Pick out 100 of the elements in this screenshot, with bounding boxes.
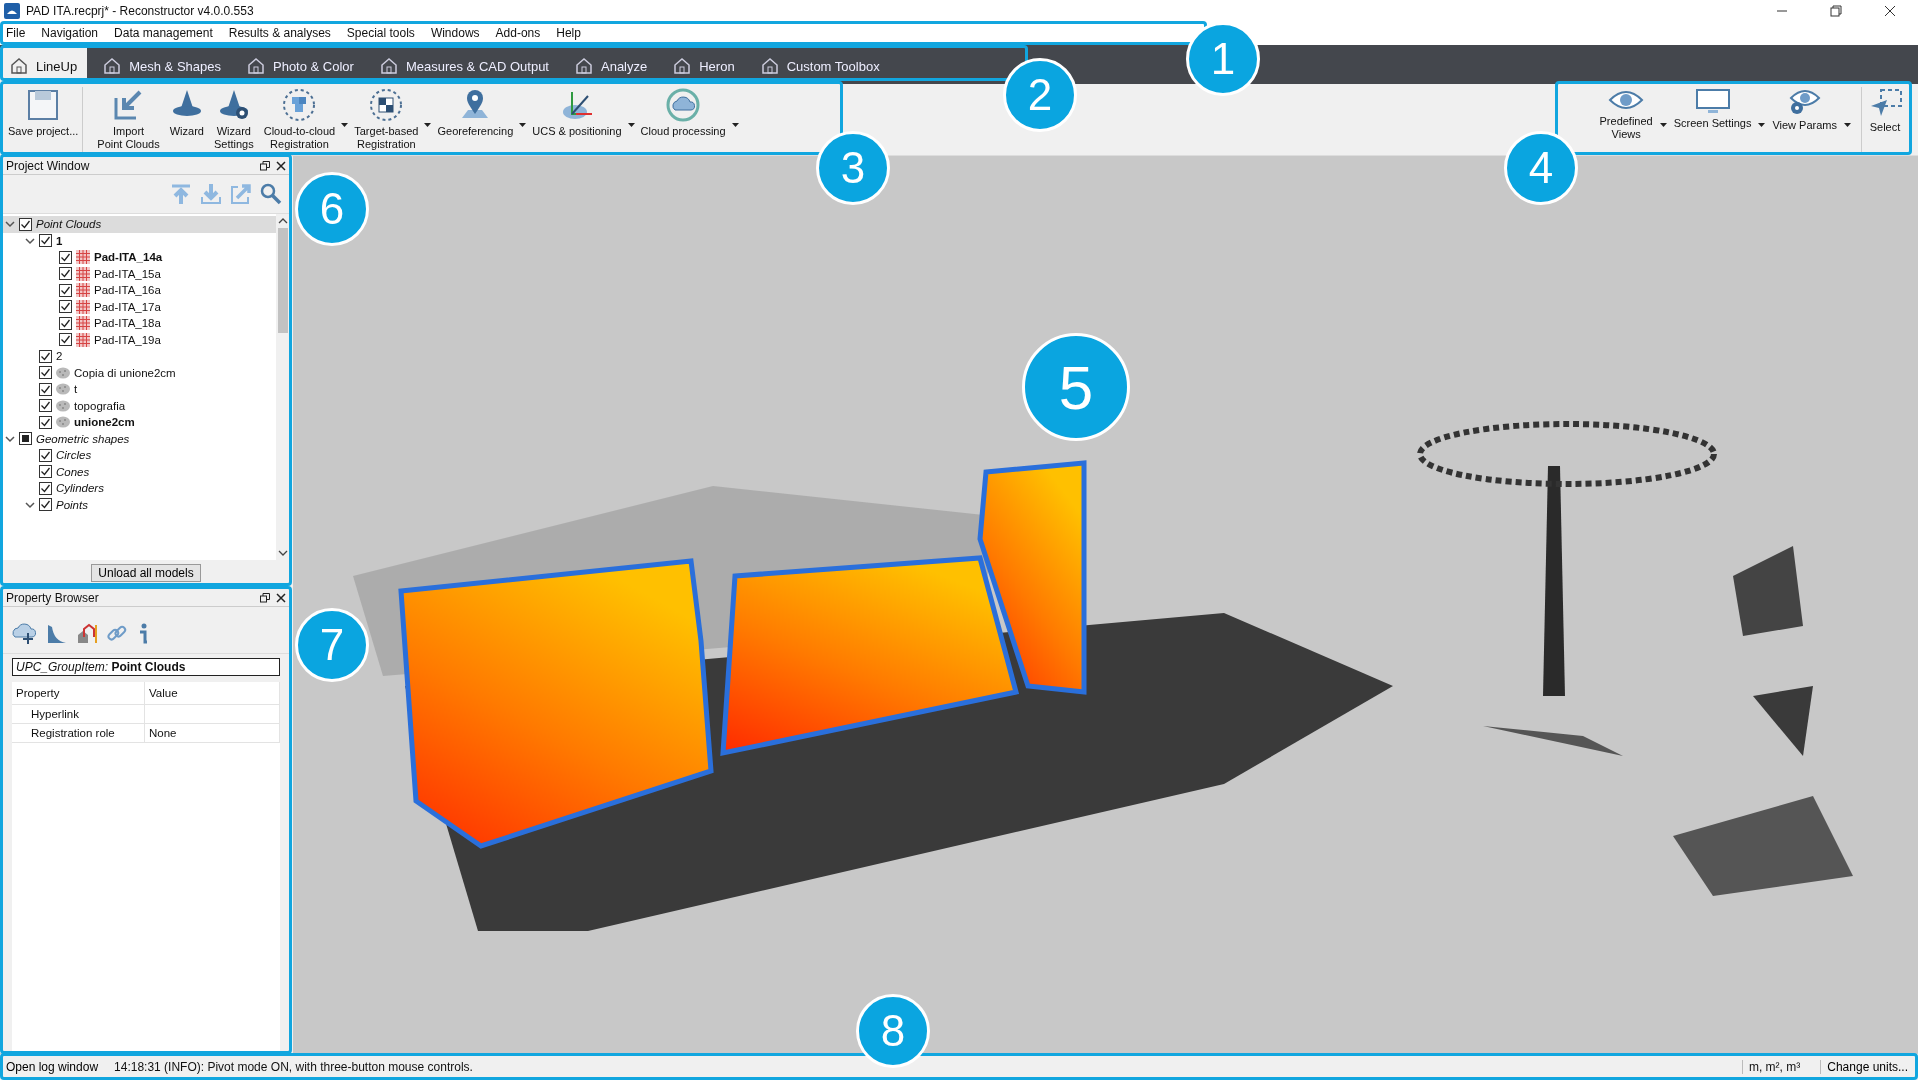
checkbox[interactable]	[39, 366, 52, 380]
point-cloud-icon	[56, 416, 70, 429]
toolbar-button[interactable]: Georeferencing	[433, 87, 518, 152]
chevron-down-icon[interactable]	[25, 499, 35, 510]
change-units-button[interactable]: Change units...	[1820, 1060, 1914, 1074]
colored-house-icon[interactable]	[76, 623, 98, 645]
log-button[interactable]: Open log window	[4, 1060, 101, 1074]
menu-item[interactable]: Windows	[430, 26, 480, 40]
checkbox[interactable]	[59, 250, 72, 264]
dropdown-caret-icon[interactable]	[1758, 122, 1766, 127]
tree-item[interactable]: 1	[22, 232, 276, 249]
cloud-move-icon[interactable]	[12, 623, 38, 645]
tree-item[interactable]: Cones	[22, 463, 276, 480]
ribbon-tab[interactable]: Measures & CAD Output	[369, 48, 559, 84]
toolbar-button[interactable]: View Params	[1767, 87, 1842, 152]
checkbox[interactable]	[59, 333, 72, 347]
dropdown-caret-icon[interactable]	[341, 122, 349, 127]
tree-label: 2	[56, 350, 63, 363]
toolbar-button[interactable]: Wizard	[165, 87, 208, 152]
tree-item[interactable]: topografia	[22, 397, 276, 414]
toolbar-button[interactable]: Select	[1861, 87, 1908, 152]
unload-button[interactable]: Unload all models	[91, 564, 201, 582]
ribbon-tab[interactable]: Heron	[663, 48, 745, 84]
window-title: PAD ITA.recprj* - Reconstructor v4.0.0.553	[26, 3, 254, 18]
tree-item[interactable]: Circles	[22, 447, 276, 464]
close-icon[interactable]	[1884, 4, 1896, 17]
toolbar-button[interactable]: Target-based Registration	[350, 87, 423, 152]
ribbon-tab[interactable]: Custom Toolbox	[750, 48, 890, 84]
checkbox[interactable]	[59, 267, 72, 281]
item-name: UPC_GroupItem: Point Clouds	[12, 658, 280, 676]
toolbar-button[interactable]: Cloud-to-cloud Registration	[259, 87, 340, 152]
dropdown-caret-icon[interactable]	[424, 122, 432, 127]
tree-item[interactable]: Point Clouds	[2, 216, 276, 233]
units-label: m, m², m³	[1741, 1060, 1807, 1074]
dropdown-caret-icon[interactable]	[519, 122, 527, 127]
tree-item[interactable]: Geometric shapes	[2, 430, 276, 447]
checkbox[interactable]	[39, 465, 52, 479]
tree-item[interactable]: Points	[22, 496, 276, 513]
checkbox[interactable]	[39, 498, 52, 512]
column-header: Value	[145, 682, 280, 704]
checkbox[interactable]	[59, 300, 72, 314]
scrollbar-thumb[interactable]	[278, 228, 288, 333]
checkbox[interactable]	[39, 448, 52, 462]
menu-item[interactable]: Navigation	[41, 26, 99, 40]
tree-label: Point Clouds	[36, 218, 102, 231]
tree-item[interactable]: Pad-ITA_19a	[42, 331, 276, 348]
checkbox[interactable]	[39, 415, 52, 429]
close-icon[interactable]	[276, 161, 286, 171]
grid-icon	[76, 332, 90, 347]
menu-item[interactable]: Help	[556, 26, 581, 40]
chevron-down-icon[interactable]	[5, 433, 15, 444]
dropdown-caret-icon[interactable]	[1844, 122, 1851, 127]
tree-item[interactable]: Cylinders	[22, 480, 276, 497]
checkbox[interactable]	[59, 316, 72, 330]
close-icon[interactable]	[276, 593, 286, 603]
checkbox[interactable]	[19, 217, 32, 231]
checkbox[interactable]	[39, 399, 52, 413]
undock-icon[interactable]	[260, 161, 270, 171]
toolbar-button[interactable]: UCS & positioning	[528, 87, 626, 152]
toolbar-button[interactable]: Screen Settings	[1668, 87, 1757, 152]
ribbon-tab[interactable]: Photo & Color	[237, 48, 364, 84]
house-icon	[103, 57, 122, 75]
tree-item[interactable]: t	[22, 381, 276, 398]
checkbox[interactable]	[39, 382, 52, 396]
tree-item[interactable]: 2	[22, 348, 276, 365]
menu-item[interactable]: Results & analyses	[228, 26, 331, 40]
ribbon-tab[interactable]: Analyze	[565, 48, 658, 84]
toolbar-button[interactable]: Import Point Clouds	[93, 87, 164, 152]
dropdown-caret-icon[interactable]	[1659, 122, 1667, 127]
tree-item[interactable]: Pad-ITA_15a	[42, 265, 276, 282]
toolbar-button[interactable]: Wizard Settings	[209, 87, 258, 152]
ribbon-tab[interactable]: Mesh & Shapes	[93, 48, 231, 84]
restore-icon[interactable]	[1830, 4, 1842, 17]
checkbox[interactable]	[59, 283, 72, 297]
menu-item[interactable]: Special tools	[346, 26, 415, 40]
undock-icon[interactable]	[260, 593, 270, 603]
tree-item[interactable]: Pad-ITA_16a	[42, 282, 276, 299]
scrollbar[interactable]	[276, 214, 290, 560]
checkbox[interactable]	[39, 234, 52, 248]
checkbox[interactable]	[39, 481, 52, 495]
tree-item[interactable]: Copia di unione2cm	[22, 364, 276, 381]
tree-label: Pad-ITA_18a	[94, 317, 161, 330]
tree-item[interactable]: unione2cm	[22, 414, 276, 431]
checkbox[interactable]	[39, 349, 52, 363]
toolbar-button[interactable]: Predefined Views	[1594, 87, 1658, 152]
search-icon[interactable]	[260, 183, 282, 205]
tree-item[interactable]: Pad-ITA_17a	[42, 298, 276, 315]
toolbar-button[interactable]: Cloud processing	[636, 87, 730, 152]
dropdown-caret-icon[interactable]	[731, 122, 739, 127]
chevron-down-icon[interactable]	[5, 219, 15, 230]
point-cloud-icon	[56, 399, 70, 412]
tree-item[interactable]: Pad-ITA_18a	[42, 315, 276, 332]
menu-item[interactable]: File	[6, 26, 26, 40]
toolbar-button[interactable]: Save project...	[4, 87, 84, 152]
menu-item[interactable]: Data management	[114, 26, 213, 40]
tree-label: Circles	[56, 449, 92, 462]
tree-item[interactable]: Pad-ITA_14a	[42, 249, 276, 266]
dropdown-caret-icon[interactable]	[627, 122, 635, 127]
chevron-down-icon[interactable]	[25, 235, 35, 246]
menu-item[interactable]: Add-ons	[495, 26, 541, 40]
